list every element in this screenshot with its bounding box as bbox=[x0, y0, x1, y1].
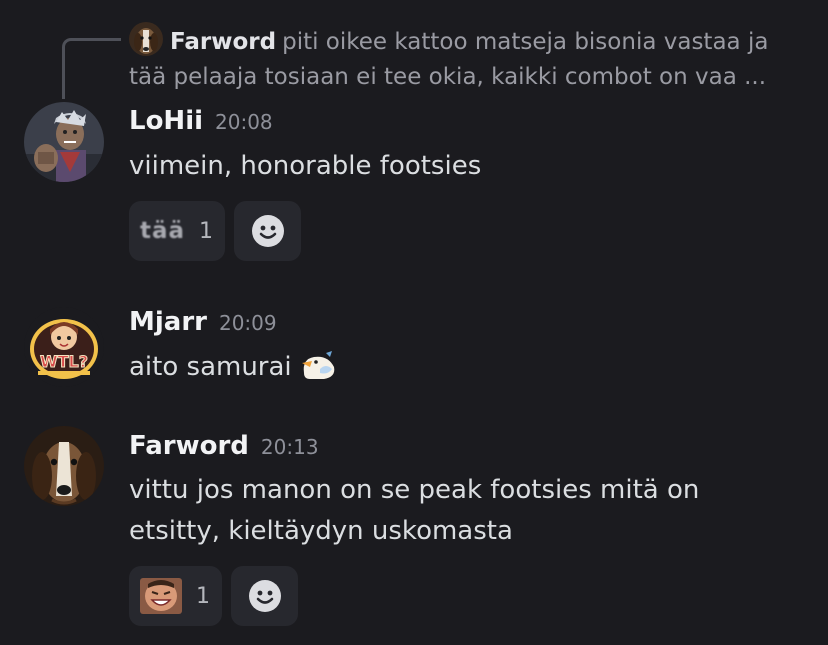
add-reaction-button[interactable] bbox=[231, 566, 298, 626]
message-text: viimein, honorable footsies bbox=[129, 151, 482, 181]
avatar-farword[interactable] bbox=[24, 426, 104, 506]
reactions-row: tää 1 bbox=[129, 201, 302, 261]
reaction-button[interactable]: tää 1 bbox=[129, 201, 226, 261]
duck-sticker-emoji[interactable] bbox=[298, 349, 340, 381]
smiley-add-reaction-icon bbox=[251, 215, 284, 247]
author-name[interactable]: Farword bbox=[129, 431, 249, 461]
avatar-mjarr[interactable]: WTL? bbox=[24, 307, 104, 387]
reply-spine bbox=[62, 38, 121, 99]
reaction-count: 1 bbox=[199, 218, 214, 244]
author-name[interactable]: LoHii bbox=[129, 106, 203, 136]
svg-text:WTL?: WTL? bbox=[40, 352, 88, 371]
avatar-lohii[interactable] bbox=[24, 102, 104, 182]
reaction-emoji: tää bbox=[140, 218, 186, 244]
reply-preview[interactable]: Farword piti oikee kattoo matseja bisonia… bbox=[129, 22, 789, 95]
timestamp[interactable]: 20:13 bbox=[261, 435, 319, 459]
message-header-farword: Farword 20:13 bbox=[129, 431, 319, 461]
message-header-mjarr: Mjarr 20:09 bbox=[129, 307, 277, 337]
message-text: aito samurai bbox=[129, 352, 292, 382]
reaction-button[interactable]: 1 bbox=[129, 566, 222, 626]
timestamp[interactable]: 20:09 bbox=[219, 311, 277, 335]
reaction-count: 1 bbox=[196, 583, 210, 609]
reply-avatar[interactable] bbox=[129, 22, 163, 56]
chat-view: Farword piti oikee kattoo matseja bisonia… bbox=[0, 0, 828, 645]
add-reaction-button[interactable] bbox=[234, 201, 302, 261]
reply-author[interactable]: Farword bbox=[170, 29, 276, 55]
timestamp[interactable]: 20:08 bbox=[215, 110, 273, 134]
reactions-row: 1 bbox=[129, 566, 298, 626]
author-name[interactable]: Mjarr bbox=[129, 307, 207, 337]
message-content: aito samurai bbox=[129, 347, 769, 388]
message-header-lohii: LoHii 20:08 bbox=[129, 106, 273, 136]
smiley-add-reaction-icon bbox=[248, 580, 281, 612]
message-text: vittu jos manon on se peak footsies mitä… bbox=[129, 475, 700, 546]
laughing-face-emoji bbox=[140, 578, 182, 614]
